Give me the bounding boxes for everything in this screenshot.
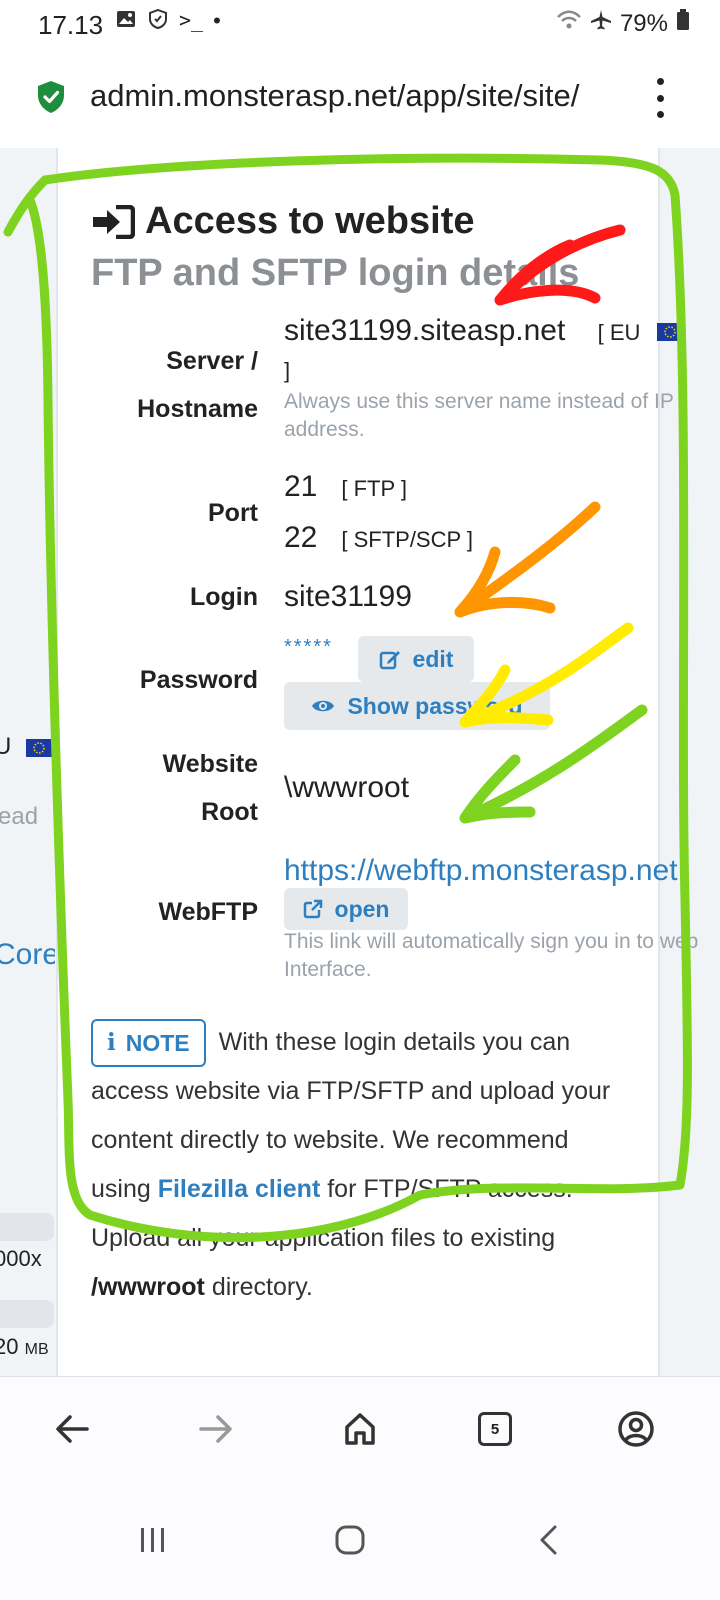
wwwroot-bold: /wwwroot <box>91 1273 205 1302</box>
back-button[interactable] <box>44 1401 100 1457</box>
edit-password-button[interactable]: edit <box>358 636 474 682</box>
dot-icon: • <box>213 8 221 33</box>
system-nav-bar <box>0 1480 720 1600</box>
home-button[interactable] <box>332 1401 388 1457</box>
left-progress-bar-1 <box>0 1213 54 1241</box>
secure-shield-icon[interactable] <box>36 80 66 114</box>
recent-apps-button[interactable] <box>123 1510 183 1570</box>
server-label: Server / Hostname <box>137 347 258 423</box>
tabs-button[interactable]: 5 <box>467 1401 523 1457</box>
left-progress-bar-2 <box>0 1300 54 1328</box>
home-icon <box>345 1413 375 1445</box>
recent-apps-icon <box>141 1528 164 1552</box>
battery-percent: 79% <box>619 9 668 37</box>
back-arrow-icon <box>56 1415 89 1443</box>
card-subtitle: FTP and SFTP login details <box>91 252 580 294</box>
url-text[interactable]: admin.monsterasp.net/app/site/site/ <box>90 78 628 114</box>
shield-hand-icon <box>147 8 169 36</box>
system-back-icon <box>540 1525 557 1555</box>
external-link-icon <box>303 899 322 919</box>
access-card: Access to website FTP and SFTP login det… <box>56 148 698 1403</box>
forward-button[interactable] <box>188 1401 244 1457</box>
system-home-button[interactable] <box>320 1510 380 1570</box>
forward-arrow-icon <box>199 1415 232 1443</box>
webftp-help: This link will automatically sign you in… <box>284 930 699 981</box>
webftp-label: WebFTP <box>158 898 258 926</box>
filezilla-link[interactable]: Filezilla client <box>158 1175 321 1203</box>
system-back-button[interactable] <box>518 1510 578 1570</box>
password-label: Password <box>139 666 258 694</box>
server-help: Always use this server name instead of I… <box>284 390 674 441</box>
website-root-value: \wwwroot <box>284 771 410 804</box>
left-column-fragment: U ead Core 000x 20 MB <box>0 148 55 1403</box>
terminal-icon: >_ <box>179 8 204 32</box>
browser-menu-icon[interactable] <box>650 78 670 118</box>
login-label: Login <box>189 583 258 611</box>
eye-icon <box>312 700 335 712</box>
website-root-label: Website Root <box>162 750 258 826</box>
page-content: U ead Core 000x 20 MB Access to website … <box>0 148 720 1403</box>
server-value: site31199.siteasp.net [ EU <box>284 314 683 348</box>
edit-icon <box>379 651 400 670</box>
airplane-icon <box>590 9 612 38</box>
port-label: Port <box>208 499 258 527</box>
port-ftp: 21[ FTP ] <box>284 470 407 503</box>
battery-icon <box>676 9 690 38</box>
note-paragraph: i NOTE With these login details you can … <box>91 1018 631 1312</box>
sign-in-icon <box>93 204 135 239</box>
status-bar: 17.13 >_ • 79% <box>0 0 720 48</box>
browser-bottom-nav: 5 <box>0 1376 720 1481</box>
account-icon <box>618 1411 654 1447</box>
system-home-icon <box>335 1525 365 1555</box>
left-help-fragment: ead <box>0 803 39 830</box>
notification-icons: >_ • <box>115 8 221 36</box>
show-password-button[interactable]: Show password <box>284 682 550 730</box>
account-button[interactable] <box>608 1401 664 1457</box>
eu-flag-icon <box>656 323 683 342</box>
left-size-1: 000x <box>0 1246 42 1271</box>
server-region-close: ] <box>284 358 291 383</box>
open-webftp-button[interactable]: open <box>284 888 408 930</box>
left-size-2: 20 MB <box>0 1334 49 1359</box>
system-status: 79% <box>556 9 690 38</box>
login-value: site31199 <box>284 580 412 613</box>
info-icon: i <box>107 1029 116 1057</box>
status-time: 17.13 <box>38 10 104 40</box>
wifi-icon <box>556 9 582 38</box>
image-icon <box>115 8 137 36</box>
webftp-link[interactable]: https://webftp.monsterasp.net <box>284 854 678 888</box>
left-eu-fragment: U <box>0 733 53 761</box>
note-badge: i NOTE <box>91 1019 206 1068</box>
tabs-count-icon: 5 <box>478 1412 512 1446</box>
browser-url-bar: admin.monsterasp.net/app/site/site/ <box>0 48 720 148</box>
left-link-fragment[interactable]: Core <box>0 938 55 972</box>
port-sftp: 22[ SFTP/SCP ] <box>284 521 473 554</box>
eu-flag-icon <box>26 738 53 757</box>
card-title: Access to website <box>91 200 474 243</box>
password-masked: ***** <box>284 636 333 658</box>
